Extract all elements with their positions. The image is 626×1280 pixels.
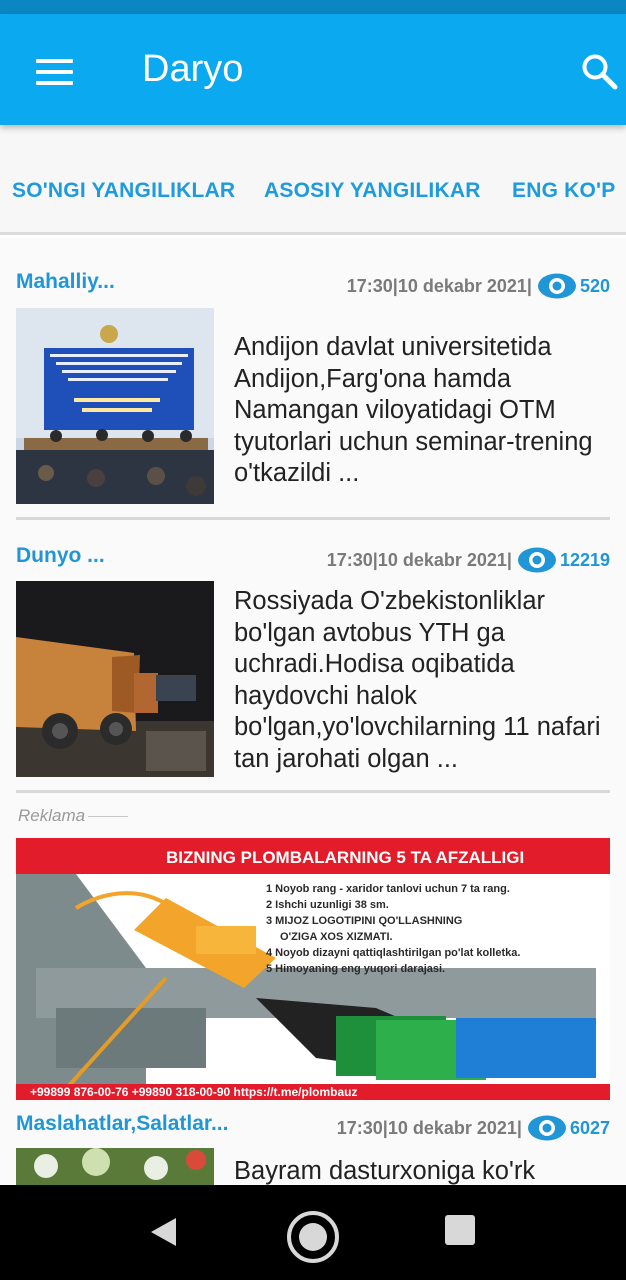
back-icon[interactable] xyxy=(148,1215,182,1249)
eye-icon xyxy=(527,1115,566,1141)
article-thumbnail[interactable] xyxy=(16,1148,214,1185)
article-date: 17:30|10 dekabr 2021| xyxy=(336,1117,522,1138)
ad-contacts: +99899 876-00-76 +99890 318-00-90 https:… xyxy=(30,1085,358,1099)
eye-icon xyxy=(537,273,576,299)
ad-label: Reklama xyxy=(18,806,86,825)
article-views: 6027 xyxy=(569,1117,610,1138)
home-icon[interactable] xyxy=(285,1209,341,1265)
news-feed: Mahalliy... 17:30|10 dekabr 2021| 520 An… xyxy=(0,238,626,1185)
article-thumbnail[interactable] xyxy=(16,308,214,504)
article-views: 520 xyxy=(579,275,610,296)
app-title: Daryo xyxy=(142,48,244,90)
ad-point: 4 Noyob dizayni qattiqlashtirilgan po'la… xyxy=(266,947,520,959)
news-item[interactable]: Dunyo ... 17:30|10 dekabr 2021| 12219 Ro… xyxy=(16,544,610,788)
hamburger-icon-line xyxy=(36,70,73,74)
article-meta: 17:30|10 dekabr 2021| 520 xyxy=(347,270,610,302)
article-headline[interactable]: Rossiyada O'zbekistonliklar bo'lgan avto… xyxy=(234,586,604,775)
tab-most-viewed[interactable]: ENG KO'P xyxy=(512,179,615,203)
tab-latest-news[interactable]: SO'NGI YANGILIKLAR xyxy=(12,179,235,203)
menu-button[interactable] xyxy=(30,54,80,94)
article-headline[interactable]: Bayram dasturxoniga ko'rk xyxy=(234,1156,604,1185)
article-category[interactable]: Maslahatlar,Salatlar... xyxy=(16,1112,228,1136)
article-date: 17:30|10 dekabr 2021| xyxy=(326,549,512,570)
article-views: 12219 xyxy=(559,549,610,570)
news-item[interactable]: Maslahatlar,Salatlar... 17:30|10 dekabr … xyxy=(16,1112,610,1185)
hamburger-icon-line xyxy=(36,81,73,85)
app-bar: Daryo xyxy=(0,14,626,125)
divider xyxy=(16,517,610,520)
ad-point: 2 Ishchi uzunligi 38 sm. xyxy=(266,899,389,911)
article-date: 17:30|10 dekabr 2021| xyxy=(346,275,532,296)
ad-point: 1 Noyob rang - xaridor tanlovi uchun 7 t… xyxy=(266,883,510,895)
divider xyxy=(16,790,610,793)
tab-main-news[interactable]: ASOSIY YANGILIKAR xyxy=(264,179,481,203)
search-icon xyxy=(582,54,618,90)
article-thumbnail[interactable] xyxy=(16,581,214,777)
ad-headline: BIZNING PLOMBALARNING 5 TA AFZALLIGI xyxy=(166,848,524,867)
article-headline[interactable]: Andijon davlat universitetida Andijon,Fa… xyxy=(234,332,604,490)
article-category[interactable]: Dunyo ... xyxy=(16,544,105,568)
category-tabs: SO'NGI YANGILIKLAR ASOSIY YANGILIKAR ENG… xyxy=(0,125,626,235)
article-meta: 17:30|10 dekabr 2021| 12219 xyxy=(327,544,610,576)
article-category[interactable]: Mahalliy... xyxy=(16,270,115,294)
status-bar xyxy=(0,0,626,14)
ad-point: 5 Himoyaning eng yuqori darajasi. xyxy=(266,963,445,975)
system-navigation-bar xyxy=(0,1185,626,1280)
ad-point: O'ZIGA XOS XIZMATI. xyxy=(280,931,393,943)
eye-icon xyxy=(517,547,556,573)
recent-apps-icon[interactable] xyxy=(445,1215,475,1245)
search-button[interactable] xyxy=(580,52,624,96)
article-meta: 17:30|10 dekabr 2021| 6027 xyxy=(337,1112,610,1144)
news-item[interactable]: Mahalliy... 17:30|10 dekabr 2021| 520 An… xyxy=(16,270,610,514)
ad-label-rule xyxy=(88,816,128,817)
hamburger-icon xyxy=(36,59,73,63)
ad-banner[interactable]: BIZNING PLOMBALARNING 5 TA AFZALLIGI 1 N… xyxy=(16,838,610,1100)
ad-point: 3 MIJOZ LOGOTIPINI QO'LLASHNING xyxy=(266,915,462,927)
